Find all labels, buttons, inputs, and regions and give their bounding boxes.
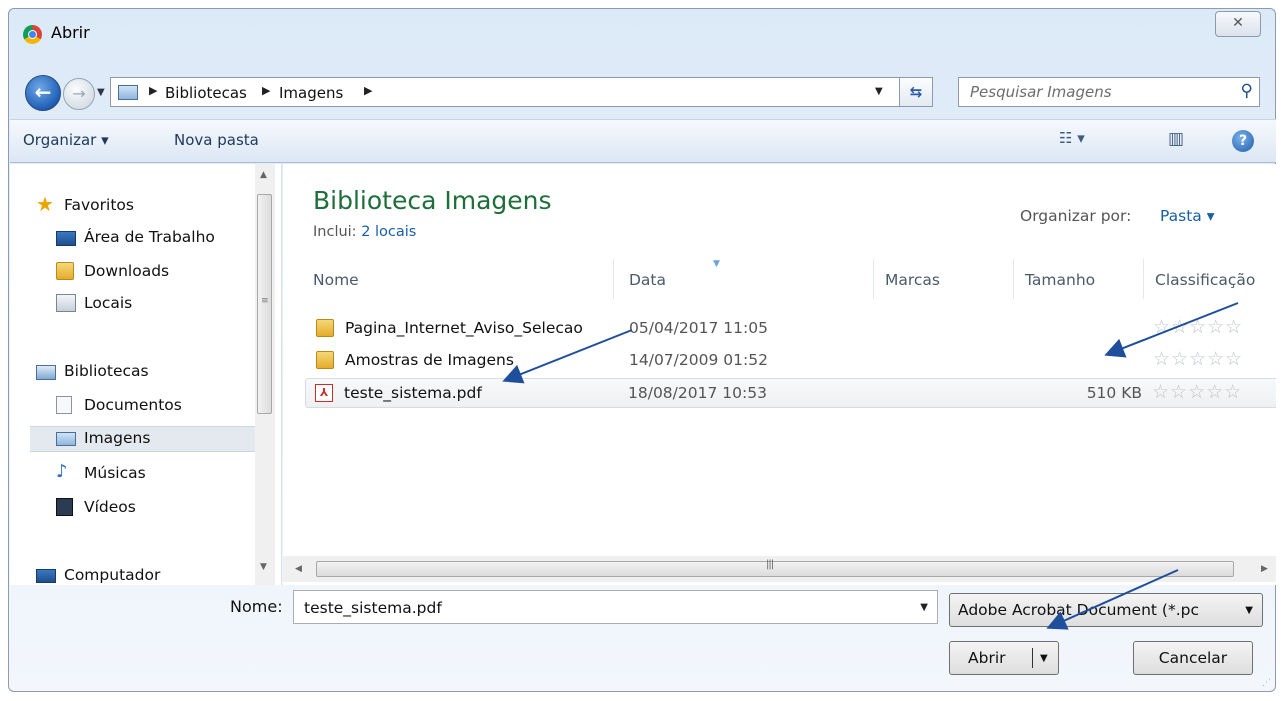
recent-pages-dropdown[interactable]: ▼ xyxy=(97,87,105,98)
nav-computer[interactable]: Computador xyxy=(36,564,251,585)
star-icon: ★ xyxy=(36,192,54,216)
view-options-icon[interactable]: ☷ ▾ xyxy=(1059,129,1085,147)
nav-item-musicas[interactable]: ♪ Músicas xyxy=(56,461,256,488)
desktop-icon xyxy=(56,231,76,246)
rating-stars[interactable]: ☆☆☆☆☆ xyxy=(1152,381,1242,403)
file-row[interactable]: Amostras de Imagens 14/07/2009 01:52 ☆☆☆… xyxy=(307,346,1276,376)
breadcrumb-bibliotecas[interactable]: Bibliotecas xyxy=(165,84,247,102)
column-divider[interactable] xyxy=(1143,259,1144,299)
breadcrumb-imagens[interactable]: Imagens xyxy=(279,84,343,102)
nav-item-imagens[interactable]: Imagens xyxy=(30,426,256,452)
refresh-icon: ⇆ xyxy=(909,83,923,101)
chevron-right-icon[interactable]: ▶ xyxy=(149,84,157,97)
nav-item-desktop[interactable]: Área de Trabalho xyxy=(56,226,256,252)
column-divider[interactable] xyxy=(873,259,874,299)
scroll-up-arrow-icon[interactable]: ▲ xyxy=(260,170,267,180)
nav-vertical-scrollbar[interactable]: ▲ ≡ ▼ xyxy=(255,164,275,585)
folder-icon xyxy=(316,351,334,369)
library-includes: Inclui: 2 locais xyxy=(313,224,417,240)
address-bar[interactable]: ▶ Bibliotecas ▶ Imagens ▶ xyxy=(110,77,900,107)
column-header-tags[interactable]: Marcas xyxy=(885,271,940,289)
file-row[interactable]: Pagina_Internet_Aviso_Selecao 05/04/2017… xyxy=(307,314,1276,344)
close-button[interactable]: ✕ xyxy=(1215,11,1261,37)
preview-pane-icon[interactable]: ▥ xyxy=(1168,129,1184,149)
navigation-pane: ★ Favoritos Área de Trabalho Downloads L… xyxy=(10,164,282,585)
title-bar: Abrir ✕ xyxy=(9,9,1275,57)
column-divider[interactable] xyxy=(613,259,614,299)
window-title: Abrir xyxy=(51,23,90,42)
address-history-dropdown[interactable]: ▼ xyxy=(875,86,883,97)
search-box[interactable]: ⚲ xyxy=(958,77,1260,107)
nav-libraries[interactable]: Bibliotecas xyxy=(36,360,251,386)
column-header-rating[interactable]: Classificação xyxy=(1155,271,1255,289)
scroll-grip-icon: ≡ xyxy=(261,296,269,306)
sort-indicator-icon: ▼ xyxy=(713,259,720,269)
open-file-dialog: Abrir ✕ ← → ▼ ▶ Bibliotecas ▶ Imagens ▶ … xyxy=(8,8,1276,692)
horizontal-scrollbar[interactable]: ◀ ||| ▶ xyxy=(283,556,1276,582)
nav-item-documentos[interactable]: Documentos xyxy=(56,394,256,420)
chevron-right-icon[interactable]: ▶ xyxy=(262,84,270,97)
column-divider[interactable] xyxy=(1013,259,1014,299)
chevron-right-icon[interactable]: ▶ xyxy=(364,84,372,97)
open-options-dropdown-icon[interactable]: ▼ xyxy=(1040,643,1048,675)
search-input[interactable] xyxy=(968,82,1218,102)
nav-item-locais[interactable]: Locais xyxy=(56,292,256,318)
open-split-button[interactable]: Abrir ▼ xyxy=(949,641,1059,675)
search-icon[interactable]: ⚲ xyxy=(1241,81,1253,101)
chrome-icon xyxy=(23,25,42,44)
scroll-right-arrow-icon[interactable]: ▶ xyxy=(1261,564,1268,574)
rating-stars[interactable]: ☆☆☆☆☆ xyxy=(1153,316,1243,338)
close-icon: ✕ xyxy=(1232,15,1244,31)
help-icon[interactable]: ? xyxy=(1232,130,1254,152)
file-type-select[interactable]: Adobe Acrobat Document (*.pc ▼ xyxy=(949,593,1263,627)
split-divider xyxy=(1032,648,1033,668)
chevron-down-icon[interactable]: ▼ xyxy=(920,602,928,613)
forward-button[interactable]: → xyxy=(63,78,95,110)
recent-places-icon xyxy=(56,294,76,312)
arrange-by-label: Organizar por: xyxy=(1020,207,1132,225)
forward-arrow-icon: → xyxy=(72,84,86,103)
file-name-combobox[interactable]: ▼ xyxy=(293,590,938,624)
nav-item-videos[interactable]: Vídeos xyxy=(56,496,256,522)
pictures-icon xyxy=(56,432,76,446)
videos-icon xyxy=(56,498,73,516)
scroll-left-arrow-icon[interactable]: ◀ xyxy=(295,564,302,574)
h-scroll-thumb[interactable] xyxy=(316,561,1234,577)
organize-button[interactable]: Organizar ▾ xyxy=(23,131,109,149)
libraries-icon xyxy=(36,365,56,380)
back-arrow-icon: ← xyxy=(34,80,52,104)
music-icon: ♪ xyxy=(56,461,68,482)
column-header-size[interactable]: Tamanho xyxy=(1025,271,1095,289)
file-list-pane: Biblioteca Imagens Inclui: 2 locais Orga… xyxy=(283,164,1276,585)
resize-grip-icon[interactable]: ⋰ xyxy=(1262,678,1271,688)
back-button[interactable]: ← xyxy=(25,75,61,111)
column-header-name[interactable]: Nome xyxy=(313,271,359,289)
library-icon xyxy=(118,85,138,100)
column-header-date[interactable]: Data xyxy=(629,271,666,289)
file-name-label: Nome: xyxy=(230,597,283,616)
refresh-button[interactable]: ⇆ xyxy=(900,77,933,107)
arrange-by-dropdown[interactable]: Pasta ▾ xyxy=(1160,207,1215,225)
computer-icon xyxy=(36,569,56,583)
nav-item-downloads[interactable]: Downloads xyxy=(56,260,256,286)
cancel-button[interactable]: Cancelar xyxy=(1133,641,1253,675)
chevron-down-icon: ▼ xyxy=(1245,605,1253,616)
includes-locations-link[interactable]: 2 locais xyxy=(361,224,416,240)
folder-icon xyxy=(316,319,334,337)
rating-stars[interactable]: ☆☆☆☆☆ xyxy=(1153,348,1243,370)
command-bar: Organizar ▾ Nova pasta ☷ ▾ ▥ ? xyxy=(10,119,1276,163)
nav-favorites[interactable]: ★ Favoritos xyxy=(36,192,251,220)
downloads-folder-icon xyxy=(56,262,74,280)
file-row-selected[interactable]: ⅄ teste_sistema.pdf 18/08/2017 10:53 510… xyxy=(305,378,1276,408)
column-headers: Nome Data Marcas Tamanho Classificação xyxy=(301,259,1276,299)
scroll-grip-icon: ||| xyxy=(766,559,774,570)
library-title: Biblioteca Imagens xyxy=(313,186,552,215)
new-folder-button[interactable]: Nova pasta xyxy=(174,131,259,149)
open-button-label: Abrir xyxy=(968,649,1006,667)
pdf-file-icon: ⅄ xyxy=(315,384,333,402)
documents-icon xyxy=(56,396,72,414)
file-name-input[interactable] xyxy=(302,598,902,618)
scroll-down-arrow-icon[interactable]: ▼ xyxy=(260,562,267,572)
